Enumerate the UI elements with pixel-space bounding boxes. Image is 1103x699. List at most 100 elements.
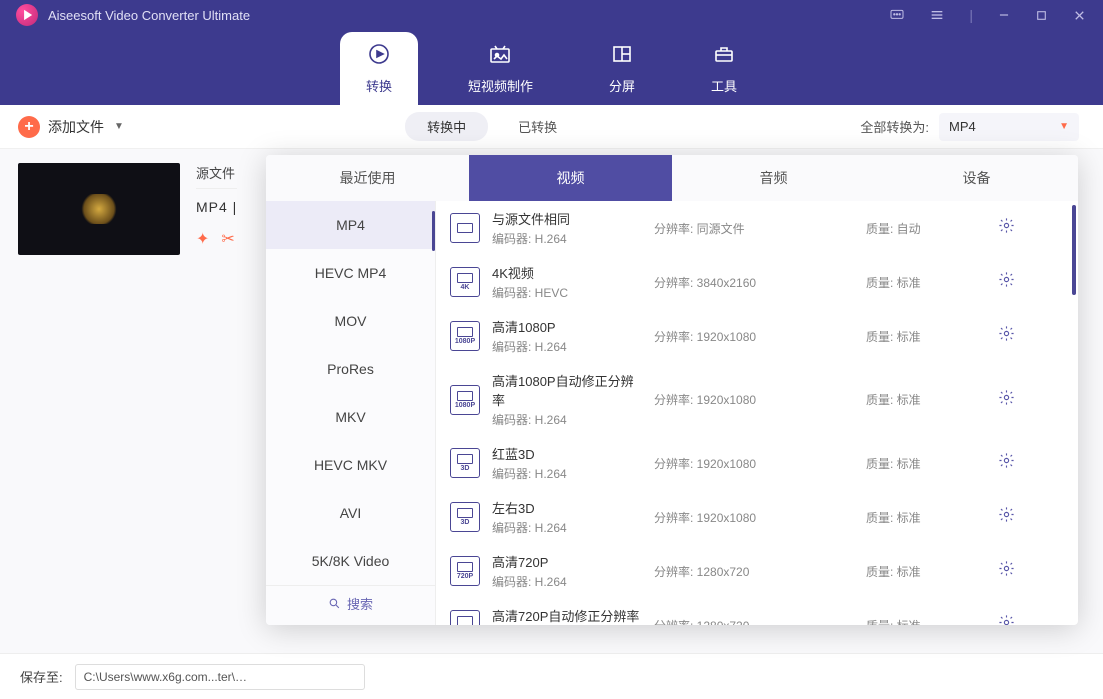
preset-resolution: 分辨率: 1280x720: [654, 617, 854, 626]
search-icon: [328, 597, 341, 610]
tab-converting[interactable]: 转换中: [405, 112, 488, 141]
preset-quality: 质量: 标准: [866, 328, 986, 345]
preset-icon: 3D: [450, 502, 480, 532]
toolbox-icon: [712, 42, 736, 72]
preset-item[interactable]: 720P高清720P自动修正分辨率编码器: H.264分辨率: 1280x720…: [436, 598, 1078, 625]
format-item-prores[interactable]: ProRes: [266, 345, 435, 393]
tab-convert[interactable]: 转换: [340, 32, 418, 105]
minimize-button[interactable]: [997, 8, 1011, 22]
format-popup: 最近使用 视频 音频 设备 MP4 HEVC MP4 MOV ProRes MK…: [266, 155, 1078, 625]
chevron-down-icon: ▼: [114, 121, 124, 132]
gear-icon[interactable]: [998, 389, 1015, 411]
gear-icon[interactable]: [998, 614, 1015, 625]
gear-icon[interactable]: [998, 560, 1015, 582]
preset-name: 左右3D: [492, 498, 642, 517]
preset-encoder: 编码器: H.264: [492, 519, 642, 536]
format-search[interactable]: 搜索: [266, 585, 435, 621]
main-tabs: 转换 短视频制作 分屏 工具: [0, 30, 1103, 105]
format-item-mkv[interactable]: MKV: [266, 393, 435, 441]
close-button[interactable]: [1072, 8, 1087, 23]
preset-encoder: 编码器: H.264: [492, 338, 642, 355]
output-path-field[interactable]: C:\Users\www.x6g.com...ter\…: [75, 664, 365, 690]
preset-item[interactable]: 720P高清720P编码器: H.264分辨率: 1280x720质量: 标准: [436, 544, 1078, 598]
format-item-avi[interactable]: AVI: [266, 489, 435, 537]
format-item-5k8k[interactable]: 5K/8K Video: [266, 537, 435, 585]
preset-quality: 质量: 标准: [866, 391, 986, 408]
preset-icon: 1080P: [450, 385, 480, 415]
format-item-mp4[interactable]: MP4: [266, 201, 435, 249]
format-item-mov[interactable]: MOV: [266, 297, 435, 345]
titlebar: Aiseesoft Video Converter Ultimate | 转换 …: [0, 0, 1103, 105]
tab-toolbox[interactable]: 工具: [685, 32, 763, 105]
preset-item[interactable]: 4K 4K视频编码器: HEVC 分辨率: 3840x2160 质量: 标准: [436, 255, 1078, 309]
preset-quality: 质量: 标准: [866, 455, 986, 472]
popup-tab-video[interactable]: 视频: [469, 155, 672, 201]
preset-encoder: 编码器: H.264: [492, 465, 642, 482]
format-select[interactable]: MP4 ▼: [939, 113, 1079, 141]
tab-converted[interactable]: 已转换: [496, 112, 579, 141]
preset-item[interactable]: 1080P 高清1080P自动修正分辨率编码器: H.264 分辨率: 1920x1…: [436, 363, 1078, 436]
plus-icon: +: [18, 116, 40, 138]
preset-resolution: 分辨率: 1920x1080: [654, 391, 854, 408]
menu-icon[interactable]: [929, 7, 945, 23]
edit-cut-icon[interactable]: ✂: [221, 229, 234, 249]
collage-icon: [610, 42, 634, 72]
preset-resolution: 分辨率: 3840x2160: [654, 274, 854, 291]
format-item-hevcmkv[interactable]: HEVC MKV: [266, 441, 435, 489]
format-item-hevcmp4[interactable]: HEVC MP4: [266, 249, 435, 297]
gear-icon[interactable]: [998, 325, 1015, 347]
mv-icon: [488, 42, 512, 72]
preset-encoder: 编码器: H.264: [492, 573, 642, 590]
gear-icon[interactable]: [998, 217, 1015, 239]
save-to-label: 保存至:: [20, 667, 63, 686]
preset-name: 高清720P自动修正分辨率: [492, 606, 642, 625]
tab-collage[interactable]: 分屏: [583, 32, 661, 105]
preset-item[interactable]: 1080P 高清1080P 编码器: H.264 分辨率: 1920x1080 质量: …: [436, 309, 1078, 363]
preset-list[interactable]: 与源文件相同编码器: H.264分辨率: 同源文件质量: 自动4K4K视频编码器…: [436, 201, 1078, 625]
preset-icon: 1080P: [450, 321, 480, 351]
feedback-icon[interactable]: [889, 7, 905, 23]
source-file-label: 源文件: [196, 163, 237, 189]
popup-tab-recent[interactable]: 最近使用: [266, 155, 469, 201]
content-area: 源文件 MP4 | ✦ ✂ 最近使用 视频 音频 设备 MP4 HEVC MP4…: [0, 149, 1103, 653]
preset-icon: 720P: [450, 610, 480, 625]
preset-item[interactable]: 3D红蓝3D编码器: H.264分辨率: 1920x1080质量: 标准: [436, 436, 1078, 490]
popup-tab-audio[interactable]: 音频: [672, 155, 875, 201]
preset-encoder: 编码器: H.264: [492, 230, 642, 247]
tab-mv[interactable]: 短视频制作: [442, 32, 559, 105]
preset-resolution: 分辨率: 同源文件: [654, 220, 854, 237]
gear-icon[interactable]: [998, 506, 1015, 528]
convert-all-label: 全部转换为:: [860, 117, 929, 136]
preset-quality: 质量: 标准: [866, 274, 986, 291]
preset-resolution: 分辨率: 1920x1080: [654, 328, 854, 345]
preset-item[interactable]: 与源文件相同编码器: H.264 分辨率: 同源文件质量: 自动: [436, 201, 1078, 255]
file-format-pill: MP4 |: [196, 199, 237, 215]
preset-name: 4K视频: [492, 263, 642, 282]
preset-resolution: 分辨率: 1920x1080: [654, 509, 854, 526]
preset-resolution: 分辨率: 1280x720: [654, 563, 854, 580]
preset-icon: 720P: [450, 556, 480, 586]
preset-quality: 质量: 自动: [866, 220, 986, 237]
preset-quality: 质量: 标准: [866, 617, 986, 626]
popup-tab-device[interactable]: 设备: [875, 155, 1078, 201]
preset-name: 高清1080P自动修正分辨率: [492, 371, 642, 409]
maximize-button[interactable]: [1035, 9, 1048, 22]
video-thumbnail[interactable]: [18, 163, 180, 255]
format-list[interactable]: MP4 HEVC MP4 MOV ProRes MKV HEVC MKV AVI…: [266, 201, 436, 625]
preset-encoder: 编码器: HEVC: [492, 284, 642, 301]
preset-name: 红蓝3D: [492, 444, 642, 463]
preset-name: 与源文件相同: [492, 209, 642, 228]
preset-name: 高清720P: [492, 552, 642, 571]
edit-pin-icon[interactable]: ✦: [196, 229, 209, 249]
gear-icon[interactable]: [998, 271, 1015, 293]
preset-icon: [450, 213, 480, 243]
preset-item[interactable]: 3D 左右3D 编码器: H.264 分辨率: 1920x1080 质量: 标准: [436, 490, 1078, 544]
preset-encoder: 编码器: H.264: [492, 411, 642, 428]
app-logo: [16, 4, 38, 26]
add-file-button[interactable]: + 添加文件 ▼: [18, 116, 124, 138]
preset-icon: 4K: [450, 267, 480, 297]
gear-icon[interactable]: [998, 452, 1015, 474]
toolbar: + 添加文件 ▼ 转换中 已转换 全部转换为: MP4 ▼: [0, 105, 1103, 149]
preset-quality: 质量: 标准: [866, 509, 986, 526]
preset-name: 高清1080P: [492, 317, 642, 336]
